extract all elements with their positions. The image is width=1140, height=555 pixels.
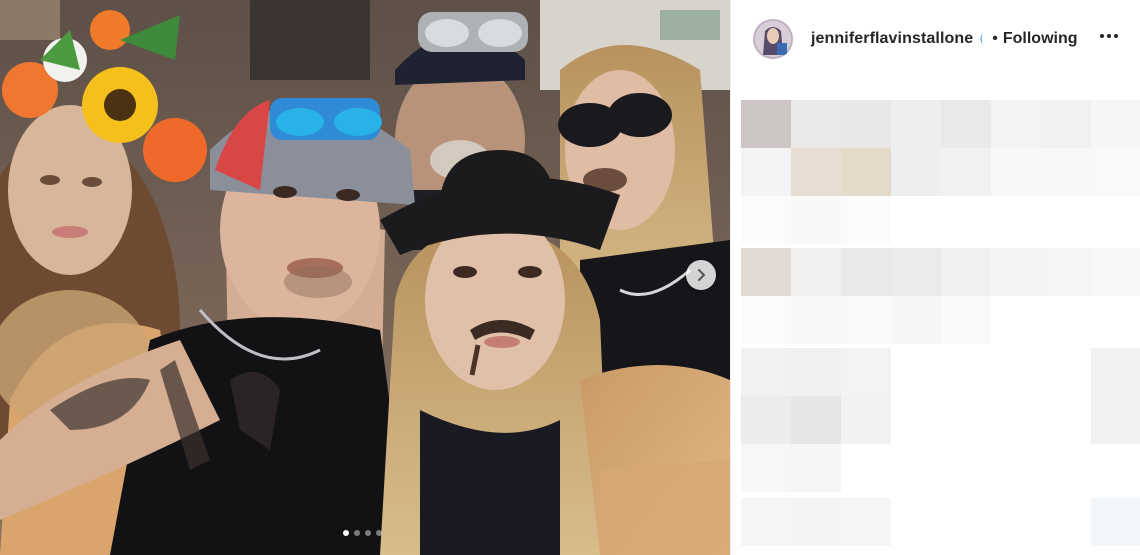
instagram-post: jenniferflavinstallone • Following bbox=[0, 0, 1140, 555]
post-photo[interactable] bbox=[0, 0, 730, 555]
avatar-image bbox=[753, 19, 793, 59]
post-header: jenniferflavinstallone • Following bbox=[731, 0, 1140, 78]
carousel-indicator bbox=[0, 530, 727, 536]
separator-dot: • bbox=[992, 30, 998, 47]
group-selfie-photo bbox=[0, 0, 730, 555]
avatar[interactable] bbox=[753, 19, 793, 59]
more-options-icon[interactable] bbox=[1096, 30, 1122, 42]
carousel-dot bbox=[342, 530, 349, 536]
post-sidebar: jenniferflavinstallone • Following bbox=[730, 0, 1140, 555]
chevron-right-icon bbox=[698, 269, 706, 281]
carousel-dot bbox=[353, 530, 360, 536]
username-link[interactable]: jenniferflavinstallone bbox=[811, 30, 973, 48]
carousel-dot bbox=[375, 530, 382, 536]
following-button[interactable]: Following bbox=[1003, 30, 1078, 48]
carousel-dot bbox=[364, 530, 371, 536]
verified-badge-icon bbox=[977, 32, 987, 46]
blurred-comments-area bbox=[741, 100, 1140, 546]
carousel-next-button[interactable] bbox=[686, 260, 716, 290]
